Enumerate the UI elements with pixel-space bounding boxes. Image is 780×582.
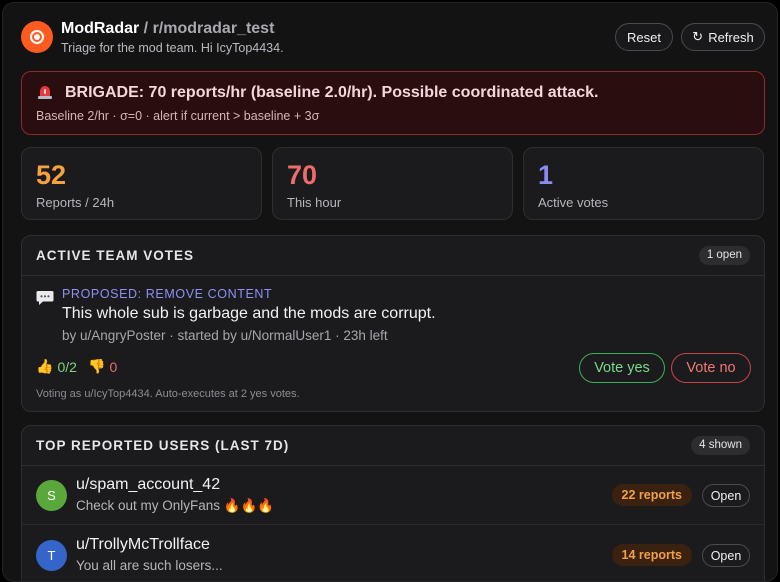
active-votes-panel: ACTIVE TEAM VOTES 1 open PROPOSED: REMOV… [21,235,765,412]
vote-no-button[interactable]: Vote no [671,353,751,383]
stat-label: Reports / 24h [36,195,115,210]
thumbs-up-icon: 👍 [36,358,54,374]
thumbs-down-icon: 👎 [88,358,106,374]
open-button[interactable]: Open [702,544,750,567]
stat-value: 52 [36,160,67,190]
stat-value: 1 [538,160,554,190]
refresh-button[interactable]: ↻ Refresh [681,23,765,51]
panel-title: ACTIVE TEAM VOTES [36,248,195,263]
username: u/spam_account_42 [76,476,221,493]
page-subtitle: Triage for the mod team. Hi IcyTop4434. [61,41,284,55]
subreddit-name: r/modradar_test [152,20,275,37]
stat-label: Active votes [538,195,609,210]
yes-tally-value: 0/2 [57,358,77,375]
refresh-label: Refresh [708,29,754,45]
stat-label: This hour [287,195,342,210]
vote-meta: by u/AngryPoster · started by u/NormalUs… [62,328,388,343]
app-name: ModRadar [61,20,140,37]
alert-detail: Baseline 2/hr · σ=0 · alert if current >… [36,109,320,123]
stat-card-this-hour: 70 This hour [272,147,513,220]
header: ModRadar / r/modradar_test Triage for th… [21,19,765,59]
app-window: ModRadar / r/modradar_test Triage for th… [2,2,778,582]
avatar: S [36,480,67,511]
page-title: ModRadar / r/modradar_test [61,19,274,39]
reported-user-row[interactable]: T u/TrollyMcTrollface You all are such l… [22,526,764,581]
panel-header: ACTIVE TEAM VOTES 1 open [22,236,764,276]
avatar: T [36,540,67,571]
reported-user-row[interactable]: S u/spam_account_42 Check out my OnlyFan… [22,466,764,525]
vote-action-label: PROPOSED: REMOVE CONTENT [62,287,273,301]
content-snippet: Check out my OnlyFans 🔥🔥🔥 [76,498,275,513]
radar-logo-icon [21,21,53,53]
alert-title: BRIGADE: 70 reports/hr (baseline 2.0/hr)… [65,84,599,101]
vote-yes-button[interactable]: Vote yes [579,353,665,383]
stat-card-active-votes: 1 Active votes [523,147,764,220]
panel-header: TOP REPORTED USERS (LAST 7D) 4 shown [22,426,764,466]
stat-card-reports-24h: 52 Reports / 24h [21,147,262,220]
siren-icon [38,86,52,99]
username: u/TrollyMcTrollface [76,536,210,553]
report-count-badge: 14 reports [611,544,692,566]
voting-note: Voting as u/IcyTop4434. Auto-executes at… [36,388,300,400]
open-count-badge: 1 open [698,246,750,265]
brigade-alert: BRIGADE: 70 reports/hr (baseline 2.0/hr)… [21,71,765,135]
title-separator: / [139,20,153,37]
panel-title: TOP REPORTED USERS (LAST 7D) [36,438,290,453]
open-button[interactable]: Open [702,484,750,507]
top-reported-users-panel: TOP REPORTED USERS (LAST 7D) 4 shown S u… [21,425,765,581]
refresh-icon: ↻ [692,29,704,44]
report-count-badge: 22 reports [611,484,692,506]
no-tally-value: 0 [109,358,118,375]
reset-button[interactable]: Reset [615,23,673,51]
stat-value: 70 [287,160,318,190]
reported-content-text: This whole sub is garbage and the mods a… [62,305,436,322]
speech-bubble-icon [36,291,54,305]
yes-tally: 👍 0/2 [36,358,77,375]
content-snippet: You all are such losers... [76,558,223,573]
shown-count-badge: 4 shown [691,436,750,455]
no-tally: 👎 0 [88,358,117,375]
